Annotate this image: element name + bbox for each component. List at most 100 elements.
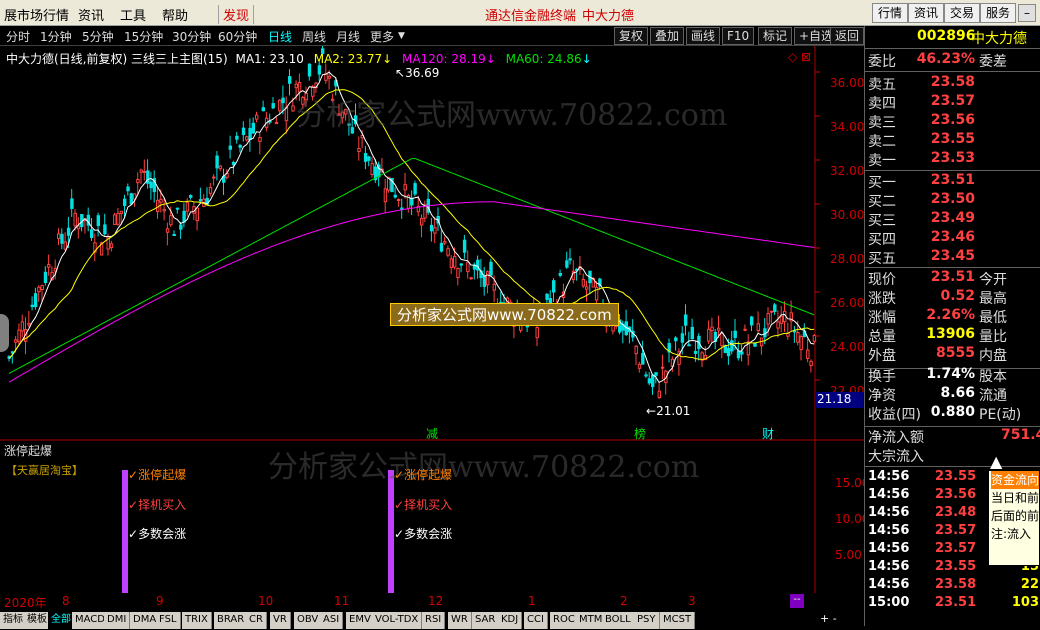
stat-row: 换手 1.74% 股本 — [865, 366, 1040, 385]
ma2-label: MA2: 23.77 — [313, 52, 383, 66]
indicator-tab[interactable]: BRAR — [214, 612, 249, 629]
event-marker[interactable]: 榜 — [634, 425, 646, 442]
candle-body — [281, 97, 285, 104]
bid-row[interactable]: 买五 23.45 — [865, 248, 1040, 267]
ask-label: 卖三 — [868, 115, 896, 131]
ask-row[interactable]: 卖四 23.57 — [865, 93, 1040, 112]
candle-body — [565, 260, 569, 268]
bid-row[interactable]: 买二 23.50 — [865, 191, 1040, 210]
bid-row[interactable]: 买一 23.51 — [865, 172, 1040, 191]
candle-body — [241, 127, 246, 136]
event-marker[interactable]: 减 — [426, 425, 438, 442]
ma60-label: MA60: 24.86 — [505, 52, 582, 66]
diamond-icon[interactable]: ◇ ⊠ — [788, 50, 811, 64]
indicator-tab[interactable]: VR — [270, 612, 291, 629]
period-tick[interactable]: 分时 — [6, 28, 30, 45]
back-button[interactable]: 返回 — [830, 27, 864, 45]
indicator-tab[interactable]: EMV — [346, 612, 375, 629]
minimize-icon[interactable]: – — [1018, 4, 1036, 22]
stat-value: 23.51 — [930, 269, 975, 285]
menu-discover[interactable]: 发现 — [218, 5, 255, 24]
indicator-tab[interactable]: PSY — [634, 612, 660, 629]
overlay-button[interactable]: 叠加 — [650, 27, 685, 45]
candle-body — [443, 241, 447, 244]
stat-label: 总量 — [868, 329, 896, 345]
stat-value: 8.66 — [940, 385, 975, 401]
indicator-tab[interactable]: KDJ — [498, 612, 523, 629]
stat-value: 1.74% — [926, 366, 975, 382]
left-scroll-handle[interactable] — [0, 314, 9, 352]
indicator-tab[interactable]: DMI — [104, 612, 131, 629]
candle-body — [420, 217, 424, 226]
event-marker[interactable]: 财 — [762, 425, 774, 442]
menu-market[interactable]: 展市场行情 — [4, 5, 69, 24]
period-more[interactable]: 更多 — [370, 28, 394, 45]
indicator-tab[interactable]: RSI — [422, 612, 446, 629]
indicator-tab[interactable]: SAR — [472, 612, 500, 629]
ma120-label: MA120: 28.19 — [402, 52, 486, 66]
period-15min[interactable]: 15分钟 — [124, 28, 163, 45]
period-1min[interactable]: 1分钟 — [40, 28, 72, 45]
menu-help[interactable]: 帮助 — [162, 5, 188, 24]
ask-row[interactable]: 卖一 23.53 — [865, 150, 1040, 169]
draw-button[interactable]: 画线 — [686, 27, 721, 45]
candle-body — [726, 348, 731, 357]
period-monthly[interactable]: 月线 — [336, 28, 360, 45]
chevron-down-icon[interactable]: ▼ — [398, 31, 405, 41]
quote-button[interactable]: 行情 — [872, 3, 909, 23]
indicator-tab[interactable]: BOLL — [602, 612, 635, 629]
indicator-tab[interactable]: MCST — [660, 612, 696, 629]
bid-row[interactable]: 买四 23.46 — [865, 229, 1040, 248]
menu-news[interactable]: 资讯 — [78, 5, 104, 24]
indicator-tab[interactable]: ROC — [550, 612, 579, 629]
stat-value: 0.52 — [940, 288, 975, 304]
arrow-down-icon: ↓ — [382, 52, 393, 66]
candle-body — [637, 363, 642, 369]
news-button[interactable]: 资讯 — [908, 3, 945, 23]
mark-button[interactable]: 标记 — [758, 27, 793, 45]
ask-row[interactable]: 卖二 23.55 — [865, 131, 1040, 150]
indicator-tab[interactable]: 全部 — [48, 612, 75, 629]
trade-button[interactable]: 交易 — [944, 3, 981, 23]
bid-label: 买四 — [868, 232, 896, 248]
period-30min[interactable]: 30分钟 — [172, 28, 211, 45]
menu-tools[interactable]: 工具 — [120, 5, 146, 24]
candle-body — [66, 227, 71, 236]
stat-row: 净资 8.66 流通 — [865, 385, 1040, 404]
chart-title: 中大力德(日线,前复权) 三线三上主图(15) — [6, 52, 228, 66]
indicator-tab[interactable]: CCI — [524, 612, 548, 629]
indicator-tab[interactable]: WR — [448, 612, 472, 629]
indicator-tab[interactable]: CR — [246, 612, 267, 629]
chart-area[interactable]: 中大力德(日线,前复权) 三线三上主图(15) MA1: 23.10 MA2: … — [0, 46, 869, 626]
candle-body — [644, 374, 648, 377]
candle-body — [535, 326, 539, 339]
bid-row[interactable]: 买三 23.49 — [865, 210, 1040, 229]
period-daily[interactable]: 日线 — [268, 28, 292, 45]
period-5min[interactable]: 5分钟 — [82, 28, 114, 45]
indicator-tab[interactable]: VOL-TDX — [372, 612, 423, 629]
indicator-tab[interactable]: ASI — [320, 612, 344, 629]
candle-body — [162, 208, 167, 212]
candle-body — [690, 326, 694, 340]
candle-body — [641, 352, 645, 365]
candle-body — [284, 107, 289, 122]
adjust-button[interactable]: 复权 — [614, 27, 649, 45]
indicator-tab[interactable]: FSL — [156, 612, 181, 629]
candle-body — [327, 75, 332, 79]
indicator-tab[interactable]: TRIX — [182, 612, 212, 629]
period-60min[interactable]: 60分钟 — [218, 28, 257, 45]
ask-row[interactable]: 卖五 23.58 — [865, 74, 1040, 93]
period-weekly[interactable]: 周线 — [302, 28, 326, 45]
candle-body — [545, 293, 549, 300]
indicator-tab[interactable]: 指标 — [0, 612, 27, 629]
indicator-tab[interactable]: OBV — [294, 612, 323, 629]
candle-body — [228, 145, 233, 150]
ask-row[interactable]: 卖三 23.56 — [865, 112, 1040, 131]
tick-time: 15:00 — [868, 595, 910, 610]
ask-price: 23.58 — [930, 74, 975, 90]
candle-body — [20, 321, 25, 332]
zoom-icon[interactable]: + - — [820, 612, 837, 625]
f10-button[interactable]: F10 — [722, 27, 755, 45]
indicator-tab[interactable]: 模板 — [24, 612, 51, 629]
service-button[interactable]: 服务 — [980, 3, 1017, 23]
